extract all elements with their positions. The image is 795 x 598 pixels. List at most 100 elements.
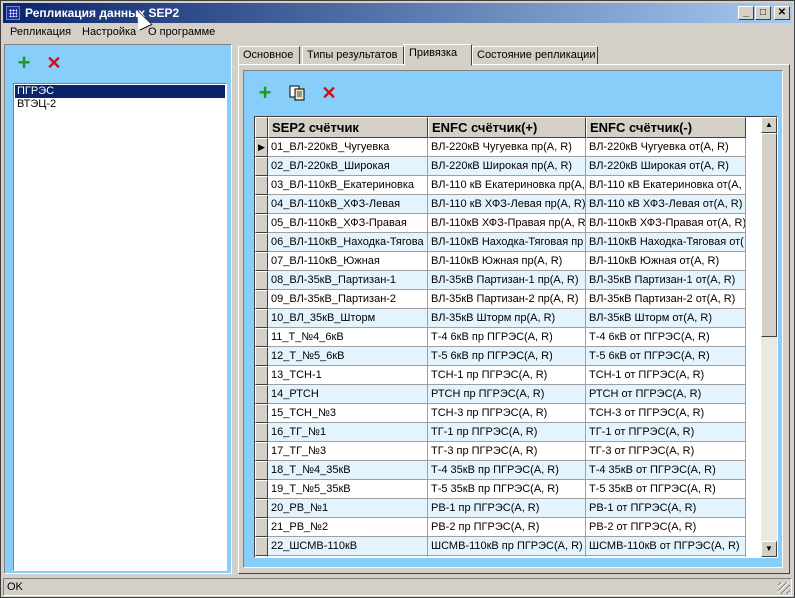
row-indicator[interactable] xyxy=(255,518,268,537)
table-row[interactable]: 23_ШСМВ_35кВШСМВ 35кВ пр ПГРЭС(A, R)ШСМВ… xyxy=(255,556,746,557)
cell-enfc-plus[interactable]: ВЛ-220кВ Чугуевка пр(A, R) xyxy=(428,138,586,157)
binding-grid[interactable]: SEP2 счётчик ENFC счётчик(+) ENFC счётчи… xyxy=(254,116,778,558)
cell-sep2-counter[interactable]: 14_РТСН xyxy=(268,385,428,404)
scroll-thumb[interactable] xyxy=(761,133,777,337)
row-indicator[interactable] xyxy=(255,271,268,290)
menu-settings[interactable]: Настройка xyxy=(82,26,136,38)
add-binding-button[interactable]: + xyxy=(256,82,274,104)
cell-sep2-counter[interactable]: 04_ВЛ-110кВ_ХФЗ-Левая xyxy=(268,195,428,214)
cell-sep2-counter[interactable]: 22_ШСМВ-110кВ xyxy=(268,537,428,556)
title-bar[interactable]: Репликация данных SEP2 _ □ ✕ xyxy=(3,3,792,23)
cell-enfc-plus[interactable]: Т-5 6кВ пр ПГРЭС(A, R) xyxy=(428,347,586,366)
table-row[interactable]: 06_ВЛ-110кВ_Находка-Тягова ВЛ-110кВ Наход… xyxy=(255,233,746,252)
cell-enfc-minus[interactable]: Т-4 6кВ от ПГРЭС(A, R) xyxy=(586,328,746,347)
cell-enfc-plus[interactable]: ВЛ-110кВ ХФЗ-Правая пр(A, R) xyxy=(428,214,586,233)
column-header-enfc-minus[interactable]: ENFC счётчик(-) xyxy=(586,117,746,138)
cell-enfc-plus[interactable]: Т-5 35кВ пр ПГРЭС(A, R) xyxy=(428,480,586,499)
table-row[interactable]: 03_ВЛ-110кВ_Екатериновка ВЛ-110 кВ Екатер… xyxy=(255,176,746,195)
cell-enfc-plus[interactable]: ВЛ-35кВ Шторм пр(A, R) xyxy=(428,309,586,328)
cell-enfc-minus[interactable]: ВЛ-110кВ Находка-Тяговая от( xyxy=(586,233,746,252)
row-indicator[interactable] xyxy=(255,252,268,271)
delete-station-button[interactable]: ✕ xyxy=(45,54,63,73)
cell-enfc-plus[interactable]: ВЛ-35кВ Партизан-2 пр(A, R) xyxy=(428,290,586,309)
tab-general[interactable]: Основное xyxy=(238,46,300,65)
maximize-button[interactable]: □ xyxy=(755,6,771,20)
cell-enfc-plus[interactable]: ВЛ-220кВ Широкая пр(A, R) xyxy=(428,157,586,176)
table-row[interactable]: 05_ВЛ-110кВ_ХФЗ-Правая ВЛ-110кВ ХФЗ-Права… xyxy=(255,214,746,233)
cell-enfc-minus[interactable]: Т-5 6кВ от ПГРЭС(A, R) xyxy=(586,347,746,366)
row-indicator[interactable] xyxy=(255,290,268,309)
table-row[interactable]: 20_РВ_№1 РВ-1 пр ПГРЭС(A, R) РВ-1 от ПГРЭС… xyxy=(255,499,746,518)
cell-enfc-minus[interactable]: ВЛ-110кВ Южная от(A, R) xyxy=(586,252,746,271)
cell-enfc-minus[interactable]: ШСМВ 35кВ от ПГРЭС(A, R) xyxy=(586,556,746,557)
table-row[interactable]: 15_ТСН_№3 ТСН-3 пр ПГРЭС(A, R) ТСН-3 от ПГ… xyxy=(255,404,746,423)
table-row[interactable]: 11_Т_№4_6кВ Т-4 6кВ пр ПГРЭС(A, R) Т-4 6кВ… xyxy=(255,328,746,347)
row-indicator[interactable]: ▶ xyxy=(255,138,268,157)
row-indicator[interactable] xyxy=(255,423,268,442)
cell-enfc-minus[interactable]: ВЛ-110кВ ХФЗ-Правая от(A, R) xyxy=(586,214,746,233)
cell-sep2-counter[interactable]: 19_Т_№5_35кВ xyxy=(268,480,428,499)
menu-about[interactable]: О программе xyxy=(148,26,215,38)
cell-enfc-minus[interactable]: ВЛ-35кВ Партизан-1 от(A, R) xyxy=(586,271,746,290)
cell-sep2-counter[interactable]: 06_ВЛ-110кВ_Находка-Тягова xyxy=(268,233,428,252)
cell-enfc-minus[interactable]: ТСН-3 от ПГРЭС(A, R) xyxy=(586,404,746,423)
vertical-scrollbar[interactable]: ▲ ▼ xyxy=(761,117,777,557)
cell-sep2-counter[interactable]: 10_ВЛ_35кВ_Шторм xyxy=(268,309,428,328)
cell-enfc-plus[interactable]: ВЛ-35кВ Партизан-1 пр(A, R) xyxy=(428,271,586,290)
column-header-enfc-plus[interactable]: ENFC счётчик(+) xyxy=(428,117,586,138)
cell-enfc-plus[interactable]: РВ-1 пр ПГРЭС(A, R) xyxy=(428,499,586,518)
cell-enfc-plus[interactable]: ТСН-3 пр ПГРЭС(A, R) xyxy=(428,404,586,423)
cell-sep2-counter[interactable]: 23_ШСМВ_35кВ xyxy=(268,556,428,557)
cell-sep2-counter[interactable]: 01_ВЛ-220кВ_Чугуевка xyxy=(268,138,428,157)
list-item[interactable]: ПГРЭС xyxy=(15,85,225,98)
cell-enfc-plus[interactable]: РТСН пр ПГРЭС(A, R) xyxy=(428,385,586,404)
cell-enfc-minus[interactable]: РТСН от ПГРЭС(A, R) xyxy=(586,385,746,404)
table-row[interactable]: 19_Т_№5_35кВ Т-5 35кВ пр ПГРЭС(A, R) Т-5 3… xyxy=(255,480,746,499)
minimize-button[interactable]: _ xyxy=(738,6,754,20)
cell-enfc-minus[interactable]: ШСМВ-110кВ от ПГРЭС(A, R) xyxy=(586,537,746,556)
row-indicator[interactable] xyxy=(255,328,268,347)
cell-sep2-counter[interactable]: 05_ВЛ-110кВ_ХФЗ-Правая xyxy=(268,214,428,233)
cell-enfc-minus[interactable]: ВЛ-35кВ Партизан-2 от(A, R) xyxy=(586,290,746,309)
table-row[interactable]: 18_Т_№4_35кВ Т-4 35кВ пр ПГРЭС(A, R) Т-4 3… xyxy=(255,461,746,480)
row-indicator[interactable] xyxy=(255,347,268,366)
table-row[interactable]: 12_Т_№5_6кВ Т-5 6кВ пр ПГРЭС(A, R) Т-5 6кВ… xyxy=(255,347,746,366)
row-indicator[interactable] xyxy=(255,214,268,233)
row-indicator[interactable] xyxy=(255,461,268,480)
tab-replication-state[interactable]: Состояние репликации xyxy=(472,46,598,65)
add-station-button[interactable]: + xyxy=(15,52,33,74)
cell-enfc-minus[interactable]: ВЛ-220кВ Чугуевка от(A, R) xyxy=(586,138,746,157)
cell-sep2-counter[interactable]: 12_Т_№5_6кВ xyxy=(268,347,428,366)
column-header-sep2[interactable]: SEP2 счётчик xyxy=(268,117,428,138)
cell-sep2-counter[interactable]: 20_РВ_№1 xyxy=(268,499,428,518)
cell-enfc-plus[interactable]: Т-4 6кВ пр ПГРЭС(A, R) xyxy=(428,328,586,347)
cell-sep2-counter[interactable]: 15_ТСН_№3 xyxy=(268,404,428,423)
cell-enfc-minus[interactable]: РВ-2 от ПГРЭС(A, R) xyxy=(586,518,746,537)
table-row[interactable]: 14_РТСН РТСН пр ПГРЭС(A, R) РТСН от ПГРЭС(… xyxy=(255,385,746,404)
row-indicator[interactable] xyxy=(255,537,268,556)
table-row[interactable]: 08_ВЛ-35кВ_Партизан-1 ВЛ-35кВ Партизан-1 … xyxy=(255,271,746,290)
cell-enfc-minus[interactable]: ТГ-1 от ПГРЭС(A, R) xyxy=(586,423,746,442)
row-indicator[interactable] xyxy=(255,309,268,328)
cell-enfc-minus[interactable]: ВЛ-220кВ Широкая от(A, R) xyxy=(586,157,746,176)
cell-enfc-minus[interactable]: ВЛ-110 кВ ХФЗ-Левая от(A, R) xyxy=(586,195,746,214)
row-indicator[interactable] xyxy=(255,385,268,404)
resize-grip-icon[interactable] xyxy=(778,582,790,594)
row-indicator[interactable] xyxy=(255,442,268,461)
scroll-up-button[interactable]: ▲ xyxy=(761,117,777,133)
cell-sep2-counter[interactable]: 03_ВЛ-110кВ_Екатериновка xyxy=(268,176,428,195)
cell-sep2-counter[interactable]: 08_ВЛ-35кВ_Партизан-1 xyxy=(268,271,428,290)
row-indicator[interactable] xyxy=(255,556,268,557)
cell-sep2-counter[interactable]: 17_ТГ_№3 xyxy=(268,442,428,461)
table-row[interactable]: 10_ВЛ_35кВ_Шторм ВЛ-35кВ Шторм пр(A, R) ВЛ… xyxy=(255,309,746,328)
cell-enfc-plus[interactable]: ТГ-3 пр ПГРЭС(A, R) xyxy=(428,442,586,461)
table-row[interactable]: 13_ТСН-1 ТСН-1 пр ПГРЭС(A, R) ТСН-1 от ПГР… xyxy=(255,366,746,385)
cell-enfc-plus[interactable]: ТСН-1 пр ПГРЭС(A, R) xyxy=(428,366,586,385)
cell-enfc-plus[interactable]: РВ-2 пр ПГРЭС(A, R) xyxy=(428,518,586,537)
table-row[interactable]: 02_ВЛ-220кВ_Широкая ВЛ-220кВ Широкая пр(A… xyxy=(255,157,746,176)
row-indicator[interactable] xyxy=(255,157,268,176)
list-item[interactable]: ВТЭЦ-2 xyxy=(15,98,225,111)
row-indicator[interactable] xyxy=(255,480,268,499)
cell-enfc-plus[interactable]: ШСМВ 35кВ пр ПГРЭС(A, R) xyxy=(428,556,586,557)
cell-sep2-counter[interactable]: 13_ТСН-1 xyxy=(268,366,428,385)
